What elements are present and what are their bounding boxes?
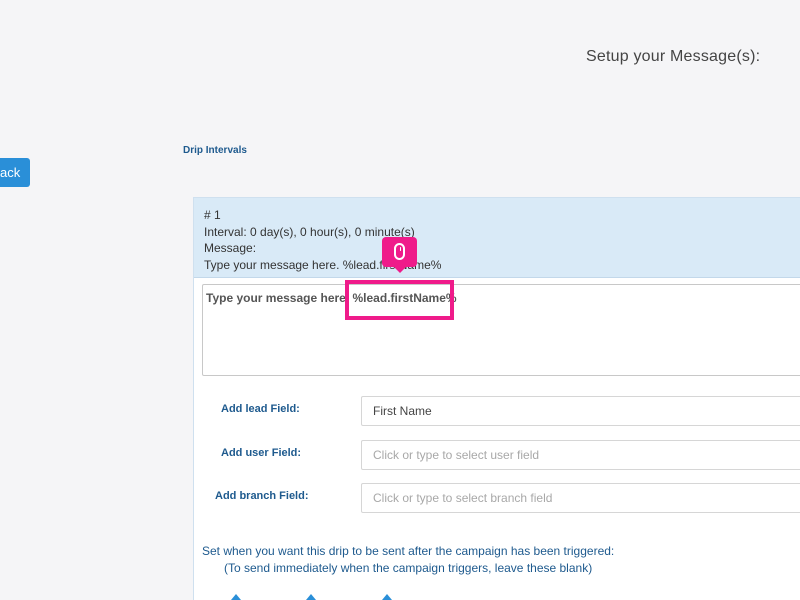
page-title: Setup your Message(s): — [586, 48, 761, 65]
mouse-icon — [394, 243, 405, 260]
branch-field-input[interactable] — [361, 483, 800, 513]
message-editor[interactable]: Type your message here. %lead.firstName% — [202, 284, 800, 376]
drip-message-preview: Type your message here. %lead.firstName% — [204, 257, 442, 272]
drip-intervals-label: Drip Intervals — [183, 145, 247, 156]
interval-stepper-marker[interactable] — [231, 594, 241, 600]
back-button[interactable]: ack — [0, 158, 30, 187]
user-field-row: Add user Field: — [194, 440, 800, 470]
user-field-input[interactable] — [361, 440, 800, 470]
lead-field-label: Add lead Field: — [221, 403, 300, 415]
interval-stepper-marker[interactable] — [306, 594, 316, 600]
drip-number: # 1 — [204, 208, 221, 222]
lead-field-input[interactable] — [361, 396, 800, 426]
cursor-marker — [382, 237, 417, 273]
click-highlight-box — [345, 280, 454, 320]
user-field-label: Add user Field: — [221, 447, 302, 459]
interval-stepper-marker[interactable] — [382, 594, 392, 600]
drip-interval: Interval: 0 day(s), 0 hour(s), 0 minute(… — [204, 224, 415, 239]
drip-message-label: Message: — [204, 241, 257, 255]
drip-header: # 1 Interval: 0 day(s), 0 hour(s), 0 min… — [194, 198, 800, 278]
timing-note: Set when you want this drip to be sent a… — [202, 544, 615, 558]
lead-field-row: Add lead Field: — [194, 396, 800, 426]
branch-field-row: Add branch Field: — [194, 483, 800, 513]
branch-field-label: Add branch Field: — [215, 490, 309, 502]
drip-card: # 1 Interval: 0 day(s), 0 hour(s), 0 min… — [193, 197, 800, 600]
timing-subnote: (To send immediately when the campaign t… — [224, 561, 593, 575]
